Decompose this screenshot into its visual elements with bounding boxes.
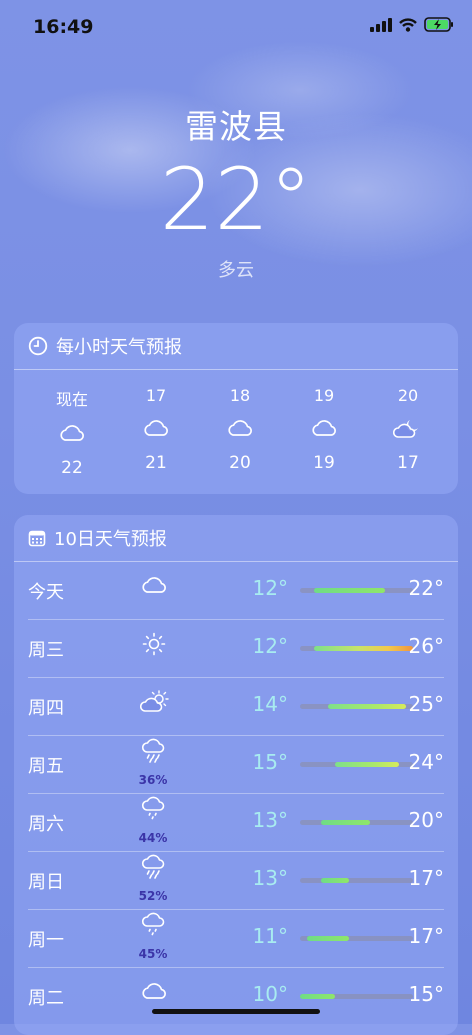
- hourly-temperature: 19: [313, 453, 335, 473]
- day-name: 周六: [28, 814, 64, 835]
- hourly-forecast-title: 每小时天气预报: [56, 337, 182, 358]
- hourly-time: 19: [313, 386, 335, 405]
- partly-sunny-icon: [139, 690, 169, 718]
- temperature-range-fill: [335, 762, 399, 767]
- hourly-item: 18 20: [208, 370, 272, 478]
- sun-icon: [140, 632, 168, 660]
- hourly-time: 17: [145, 386, 167, 405]
- city-name: 雷波县: [185, 107, 287, 146]
- ten-day-forecast-header: 10日天气预报: [14, 515, 458, 562]
- home-indicator[interactable]: [152, 1009, 320, 1014]
- cloud-icon: [310, 417, 338, 441]
- daily-row[interactable]: 周一 45% 11° 17°: [28, 909, 444, 967]
- status-time: 16:49: [33, 16, 94, 38]
- current-condition: 多云: [218, 260, 254, 281]
- day-name: 周一: [28, 930, 64, 951]
- precipitation-chance: 52%: [138, 889, 168, 903]
- precipitation-chance: 36%: [138, 773, 168, 787]
- current-temperature: 22°: [159, 150, 313, 250]
- hourly-item: 17 21: [124, 370, 188, 478]
- daily-row[interactable]: 周三 12° 26°: [28, 619, 444, 677]
- current-weather: 雷波县 22° 多云: [0, 100, 472, 282]
- calendar-icon: [28, 530, 46, 547]
- high-temperature: 17°: [408, 924, 444, 948]
- daily-row[interactable]: 周四 14° 25°: [28, 677, 444, 735]
- low-temperature: 12°: [252, 634, 288, 658]
- ten-day-forecast-card[interactable]: 10日天气预报 今天 12° 22° 周三 12° 26° 周四 14° 25° 周五 36% 15°…: [14, 515, 458, 1035]
- daily-row[interactable]: 今天 12° 22°: [28, 562, 444, 619]
- temperature-range-fill: [321, 878, 349, 883]
- battery-charging-icon: [424, 17, 453, 32]
- cloud-icon: [142, 417, 170, 441]
- temperature-range-fill: [314, 588, 385, 593]
- hourly-temperature: 20: [229, 453, 251, 473]
- hourly-list: 现在 22 17 21 18 20 19 19 20 17: [14, 370, 458, 478]
- ten-day-forecast-title: 10日天气预报: [54, 529, 167, 550]
- rain-cloud-icon: [140, 738, 168, 768]
- cloud-icon: [58, 422, 86, 446]
- low-temperature: 12°: [252, 576, 288, 600]
- low-temperature: 15°: [252, 750, 288, 774]
- day-name: 周四: [28, 698, 64, 719]
- status-bar: 16:49: [0, 0, 472, 56]
- day-name: 周五: [28, 756, 64, 777]
- daily-row[interactable]: 周日 52% 13° 17°: [28, 851, 444, 909]
- hourly-item: 19 19: [292, 370, 356, 478]
- high-temperature: 26°: [408, 634, 444, 658]
- hourly-temperature: 21: [145, 453, 167, 473]
- hourly-time: 现在: [55, 390, 88, 409]
- daily-list: 今天 12° 22° 周三 12° 26° 周四 14° 25° 周五 36% 15° 24° 周六 44%…: [14, 562, 458, 1025]
- daily-row[interactable]: 周五 36% 15° 24°: [28, 735, 444, 793]
- cloud-icon: [140, 980, 168, 1006]
- day-name: 周二: [28, 988, 64, 1009]
- day-name: 今天: [28, 582, 64, 603]
- high-temperature: 17°: [408, 866, 444, 890]
- precipitation-chance: 44%: [138, 831, 168, 845]
- drizzle-cloud-icon: [140, 912, 168, 942]
- hourly-time: 18: [229, 386, 251, 405]
- cloud-moon-icon: [392, 417, 423, 441]
- hourly-item: 20 17: [376, 370, 440, 478]
- low-temperature: 10°: [252, 982, 288, 1006]
- precipitation-chance: 45%: [138, 947, 168, 961]
- rain-cloud-icon: [140, 854, 168, 884]
- hourly-temperature: 17: [397, 453, 419, 473]
- high-temperature: 22°: [408, 576, 444, 600]
- hourly-temperature: 22: [61, 458, 83, 478]
- daily-row[interactable]: 周六 44% 13° 20°: [28, 793, 444, 851]
- hourly-forecast-header: 每小时天气预报: [14, 323, 458, 370]
- hourly-time: 20: [397, 386, 419, 405]
- low-temperature: 13°: [252, 866, 288, 890]
- day-name: 周日: [28, 872, 64, 893]
- temperature-range-fill: [321, 820, 370, 825]
- temperature-range-fill: [300, 994, 335, 999]
- status-icons: [370, 17, 454, 32]
- hourly-item: 现在 22: [40, 370, 104, 478]
- wifi-icon: [399, 17, 417, 32]
- temperature-range-fill: [307, 936, 349, 941]
- low-temperature: 11°: [252, 924, 288, 948]
- drizzle-cloud-icon: [140, 796, 168, 826]
- hourly-forecast-card[interactable]: 每小时天气预报 现在 22 17 21 18 20 19 19 20 17: [14, 323, 458, 494]
- low-temperature: 13°: [252, 808, 288, 832]
- high-temperature: 25°: [408, 692, 444, 716]
- day-name: 周三: [28, 640, 64, 661]
- cloud-icon: [226, 417, 254, 441]
- daily-row[interactable]: 周二 10° 15°: [28, 967, 444, 1025]
- high-temperature: 20°: [408, 808, 444, 832]
- cloud-icon: [140, 574, 168, 600]
- clock-icon: [28, 336, 48, 356]
- low-temperature: 14°: [252, 692, 288, 716]
- high-temperature: 15°: [408, 982, 444, 1006]
- high-temperature: 24°: [408, 750, 444, 774]
- cellular-signal-icon: [370, 17, 392, 32]
